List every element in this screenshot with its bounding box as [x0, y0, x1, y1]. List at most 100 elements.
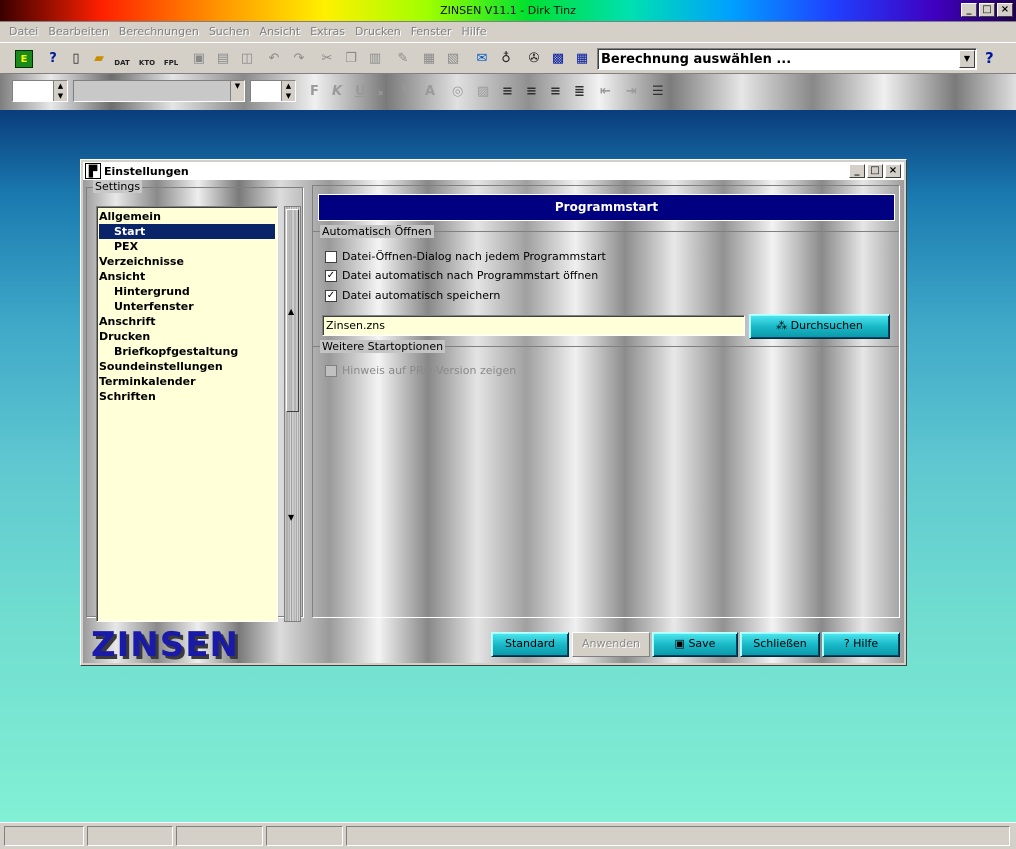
calculator-icon[interactable]: ▩: [549, 50, 567, 68]
tree-item-briefkopfgestaltung[interactable]: Briefkopfgestaltung: [114, 344, 238, 359]
checkbox-box[interactable]: ✓: [325, 289, 337, 302]
save-button[interactable]: ▣ Save: [652, 632, 738, 657]
tree-scrollbar[interactable]: ▲ ▼: [284, 206, 301, 622]
checkbox-auto-open[interactable]: ✓ Datei automatisch nach Programmstart ö…: [325, 269, 598, 282]
subscript-icon[interactable]: ₓ: [378, 84, 383, 99]
save-icon[interactable]: ▣: [190, 50, 208, 68]
paint-icon[interactable]: ▨: [477, 84, 489, 99]
apply-button[interactable]: Anwenden: [572, 632, 650, 657]
scroll-up-icon[interactable]: ▲: [288, 307, 294, 316]
superscript-icon[interactable]: ˣ: [402, 84, 407, 99]
help-icon[interactable]: ?: [985, 49, 994, 67]
status-panel: [87, 826, 173, 846]
settings-tree: Allgemein Start PEX Verzeichnisse Ansich…: [96, 206, 278, 622]
tree-item-anschrift[interactable]: Anschrift: [99, 314, 155, 329]
tree-item-soundeinstellungen[interactable]: Soundeinstellungen: [99, 359, 223, 374]
new-file-icon[interactable]: ▯: [67, 50, 85, 68]
browse-button[interactable]: ⁂ Durchsuchen: [749, 314, 890, 339]
spinner-arrows-icon[interactable]: ▲ ▼: [53, 81, 67, 101]
tree-item-allgemein[interactable]: Allgemein: [99, 209, 161, 224]
font-select[interactable]: ▼: [73, 80, 245, 102]
calculation-select[interactable]: Berechnung auswählen ... ▼: [597, 48, 977, 70]
menu-suchen[interactable]: Suchen: [204, 22, 255, 42]
close-button[interactable]: ×: [997, 3, 1013, 17]
undo-icon[interactable]: ↶: [265, 50, 283, 68]
spinner-arrows-icon[interactable]: ▲ ▼: [281, 81, 295, 101]
print-icon[interactable]: ▤: [214, 50, 232, 68]
brush-icon[interactable]: ✎: [394, 50, 412, 68]
size-spinner[interactable]: ▲ ▼: [250, 80, 296, 102]
scroll-down-icon[interactable]: ▼: [288, 513, 294, 522]
status-panel: [266, 826, 343, 846]
align-right-icon[interactable]: ≡: [550, 84, 561, 99]
doc1-icon[interactable]: ▦: [420, 50, 438, 68]
checkbox-auto-save[interactable]: ✓ Datei automatisch speichern: [325, 289, 500, 302]
file-path-input[interactable]: Zinsen.zns: [322, 315, 745, 336]
find-icon[interactable]: ♁: [497, 50, 515, 68]
checkbox-box[interactable]: [325, 364, 337, 377]
tree-item-start[interactable]: Start: [99, 224, 275, 239]
checkbox-box[interactable]: ✓: [325, 269, 337, 282]
close-dialog-button[interactable]: Schließen: [740, 632, 820, 657]
open-file-icon[interactable]: ▰: [90, 50, 108, 68]
zinsen-logo: ZINSEN: [91, 625, 239, 665]
paste-icon[interactable]: ▥: [366, 50, 384, 68]
checkbox-box[interactable]: [325, 250, 337, 263]
indent-icon[interactable]: ⇥: [626, 84, 637, 99]
tree-item-terminkalender[interactable]: Terminkalender: [99, 374, 196, 389]
menu-extras[interactable]: Extras: [305, 22, 350, 42]
dialog-minimize-button[interactable]: _: [849, 164, 865, 178]
dialog-maximize-button[interactable]: □: [867, 164, 883, 178]
italic-icon[interactable]: K: [332, 84, 342, 99]
maximize-button[interactable]: □: [979, 3, 995, 17]
checkbox-pro-hint[interactable]: Hinweis auf PRO-Version zeigen: [325, 364, 516, 377]
exit-icon[interactable]: E: [15, 50, 33, 68]
settings-dialog: ▛ Einstellungen _ □ × Settings Allgemein…: [80, 159, 907, 666]
tree-item-unterfenster[interactable]: Unterfenster: [114, 299, 194, 314]
tree-item-drucken[interactable]: Drucken: [99, 329, 150, 344]
copy-icon[interactable]: ❐: [342, 50, 360, 68]
chevron-down-icon[interactable]: ▼: [230, 81, 244, 101]
font-color-icon[interactable]: A: [425, 84, 435, 99]
tools-icon[interactable]: ✇: [525, 50, 543, 68]
checkbox-open-dialog[interactable]: Datei-Öffnen-Dialog nach jedem Programms…: [325, 250, 606, 263]
tree-item-ansicht[interactable]: Ansicht: [99, 269, 145, 284]
help-button[interactable]: ? Hilfe: [822, 632, 900, 657]
tree-item-schriften[interactable]: Schriften: [99, 389, 156, 404]
open-dat-icon[interactable]: DAT: [113, 50, 131, 68]
menu-ansicht[interactable]: Ansicht: [255, 22, 306, 42]
menu-drucken[interactable]: Drucken: [350, 22, 406, 42]
menu-fenster[interactable]: Fenster: [406, 22, 457, 42]
tree-item-pex[interactable]: PEX: [114, 239, 138, 254]
calendar-icon[interactable]: ▦: [573, 50, 591, 68]
doc2-icon[interactable]: ▧: [444, 50, 462, 68]
dialog-close-button[interactable]: ×: [885, 164, 901, 178]
align-left-icon[interactable]: ≡: [502, 84, 513, 99]
tree-item-hintergrund[interactable]: Hintergrund: [114, 284, 190, 299]
outdent-icon[interactable]: ⇤: [600, 84, 611, 99]
chevron-down-icon[interactable]: ▼: [959, 50, 975, 68]
status-panel: [346, 826, 1010, 846]
open-kto-icon[interactable]: KTO: [138, 50, 156, 68]
standard-button[interactable]: Standard: [491, 632, 569, 657]
menu-hilfe[interactable]: Hilfe: [457, 22, 492, 42]
mail-icon[interactable]: ✉: [473, 50, 491, 68]
menu-berechnungen[interactable]: Berechnungen: [114, 22, 204, 42]
context-help-icon[interactable]: ?: [44, 50, 62, 68]
align-justify-icon[interactable]: ≣: [574, 84, 585, 99]
minimize-button[interactable]: _: [961, 3, 977, 17]
highlight-icon[interactable]: ◎: [452, 84, 463, 99]
redo-icon[interactable]: ↷: [290, 50, 308, 68]
question-icon: ?: [843, 637, 850, 650]
tree-item-verzeichnisse[interactable]: Verzeichnisse: [99, 254, 184, 269]
font-size-spinner[interactable]: ▲ ▼: [12, 80, 68, 102]
open-fpl-icon[interactable]: FPL: [162, 50, 180, 68]
bullet-list-icon[interactable]: ☰: [652, 84, 664, 99]
cut-icon[interactable]: ✂: [318, 50, 336, 68]
bold-icon[interactable]: F: [310, 84, 319, 99]
align-center-icon[interactable]: ≡: [526, 84, 537, 99]
underline-icon[interactable]: U: [355, 84, 366, 99]
print-preview-icon[interactable]: ◫: [238, 50, 256, 68]
menu-datei[interactable]: Datei: [4, 22, 43, 42]
menu-bearbeiten[interactable]: Bearbeiten: [43, 22, 113, 42]
